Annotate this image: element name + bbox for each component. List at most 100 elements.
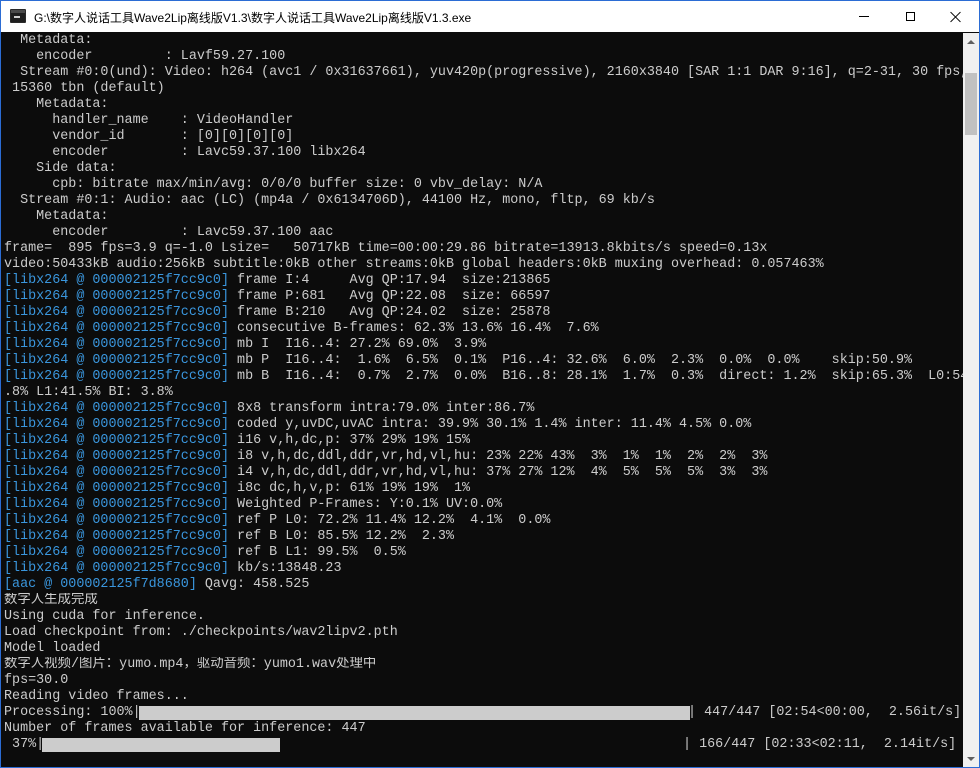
console-output[interactable]: Metadata: encoder : Lavf59.27.100 Stream… xyxy=(1,33,963,767)
log-text: ref P L0: 72.2% 11.4% 12.2% 4.1% 0.0% xyxy=(229,513,551,528)
console-line: encoder : Lavc59.37.100 libx264 xyxy=(1,145,963,161)
console-line: Using cuda for inference. xyxy=(1,609,963,625)
log-text: .8% L1:41.5% BI: 3.8% xyxy=(4,385,173,400)
progress-prefix: Processing: 100%| xyxy=(4,705,141,720)
progress-prefix: 37%| xyxy=(4,737,45,752)
scrollbar-thumb[interactable] xyxy=(965,73,977,135)
log-text: cpb: bitrate max/min/avg: 0/0/0 buffer s… xyxy=(4,177,543,192)
log-text: video:50433kB audio:256kB subtitle:0kB o… xyxy=(4,257,824,272)
log-source-tag: [libx264 @ 000002125f7cc9c0] xyxy=(4,337,229,352)
close-button[interactable] xyxy=(933,1,979,32)
scroll-up-button[interactable] xyxy=(963,33,979,50)
log-source-tag: [libx264 @ 000002125f7cc9c0] xyxy=(4,273,229,288)
log-text: frame B:210 Avg QP:24.02 size: 25878 xyxy=(229,305,551,320)
log-text: Load checkpoint from: ./checkpoints/wav2… xyxy=(4,625,398,640)
scroll-down-button[interactable] xyxy=(963,750,979,767)
console-line: Metadata: xyxy=(1,97,963,113)
console-line: .8% L1:41.5% BI: 3.8% xyxy=(1,385,963,401)
log-source-tag: [libx264 @ 000002125f7cc9c0] xyxy=(4,289,229,304)
log-source-tag: [libx264 @ 000002125f7cc9c0] xyxy=(4,401,229,416)
arrow-up-icon xyxy=(967,39,975,44)
console-line: Load checkpoint from: ./checkpoints/wav2… xyxy=(1,625,963,641)
console-line: [libx264 @ 000002125f7cc9c0] mb B I16..4… xyxy=(1,369,963,385)
progress-bar-line: 37%| | 166/447 [02:33<02:11, 2.14it/s] xyxy=(1,737,963,753)
progress-bar-line: Processing: 100%| | 447/447 [02:54<00:00,… xyxy=(1,705,963,721)
log-source-tag: [libx264 @ 000002125f7cc9c0] xyxy=(4,305,229,320)
log-text: vendor_id : [0][0][0][0] xyxy=(4,129,294,144)
progress-suffix: | 166/447 [02:33<02:11, 2.14it/s] xyxy=(683,737,957,752)
log-text: encoder : Lavf59.27.100 xyxy=(4,49,286,64)
console-line: Number of frames available for inference… xyxy=(1,721,963,737)
progress-bar-fill xyxy=(42,738,280,752)
log-text: mb B I16..4: 0.7% 2.7% 0.0% B16..8: 28.1… xyxy=(229,369,963,384)
log-text: Stream #0:0(und): Video: h264 (avc1 / 0x… xyxy=(4,65,963,80)
log-text: frame= 895 fps=3.9 q=-1.0 Lsize= 50717kB… xyxy=(4,241,768,256)
console-line: encoder : Lavf59.27.100 xyxy=(1,49,963,65)
log-text: consecutive B-frames: 62.3% 13.6% 16.4% … xyxy=(229,321,599,336)
console-line: Stream #0:1: Audio: aac (LC) (mp4a / 0x6… xyxy=(1,193,963,209)
log-text: handler_name : VideoHandler xyxy=(4,113,294,128)
console-line: encoder : Lavc59.37.100 aac xyxy=(1,225,963,241)
console-line: 数字人视频/图片：yumo.mp4，驱动音频：yumo1.wav处理中 xyxy=(1,657,963,673)
progress-suffix: | 447/447 [02:54<00:00, 2.56it/s] xyxy=(688,705,962,720)
console-line: [libx264 @ 000002125f7cc9c0] mb P I16..4… xyxy=(1,353,963,369)
console-line: fps=30.0 xyxy=(1,673,963,689)
title-bar[interactable]: G:\数字人说话工具Wave2Lip离线版V1.3\数字人说话工具Wave2Li… xyxy=(1,1,979,32)
console-line: [libx264 @ 000002125f7cc9c0] Weighted P-… xyxy=(1,497,963,513)
vertical-scrollbar[interactable] xyxy=(963,33,979,767)
log-source-tag: [libx264 @ 000002125f7cc9c0] xyxy=(4,321,229,336)
console-line: Metadata: xyxy=(1,209,963,225)
console-line: Metadata: xyxy=(1,33,963,49)
log-text: Number of frames available for inference… xyxy=(4,721,366,736)
log-source-tag: [libx264 @ 000002125f7cc9c0] xyxy=(4,513,229,528)
console-line: cpb: bitrate max/min/avg: 0/0/0 buffer s… xyxy=(1,177,963,193)
console-line: [libx264 @ 000002125f7cc9c0] consecutive… xyxy=(1,321,963,337)
log-text: i4 v,h,dc,ddl,ddr,vr,hd,vl,hu: 37% 27% 1… xyxy=(229,465,768,480)
log-text: i16 v,h,dc,p: 37% 29% 19% 15% xyxy=(229,433,471,448)
progress-bar-fill xyxy=(139,706,690,720)
log-source-tag: [libx264 @ 000002125f7cc9c0] xyxy=(4,561,229,576)
console-line: [libx264 @ 000002125f7cc9c0] kb/s:13848.… xyxy=(1,561,963,577)
console-line: [aac @ 000002125f7d8680] Qavg: 458.525 xyxy=(1,577,963,593)
console-line: [libx264 @ 000002125f7cc9c0] i8 v,h,dc,d… xyxy=(1,449,963,465)
log-source-tag: [libx264 @ 000002125f7cc9c0] xyxy=(4,433,229,448)
log-text: Qavg: 458.525 xyxy=(196,577,310,592)
arrow-down-icon xyxy=(967,756,975,761)
console-line: [libx264 @ 000002125f7cc9c0] frame I:4 A… xyxy=(1,273,963,289)
maximize-icon xyxy=(905,12,915,21)
log-source-tag: [libx264 @ 000002125f7cc9c0] xyxy=(4,417,229,432)
minimize-button[interactable] xyxy=(841,1,887,32)
minimize-icon xyxy=(859,16,869,17)
console-line: [libx264 @ 000002125f7cc9c0] 8x8 transfo… xyxy=(1,401,963,417)
console-line: [libx264 @ 000002125f7cc9c0] ref B L1: 9… xyxy=(1,545,963,561)
log-text: 15360 tbn (default) xyxy=(4,81,165,96)
console-line: Side data: xyxy=(1,161,963,177)
log-text: mb P I16..4: 1.6% 6.5% 0.1% P16..4: 32.6… xyxy=(229,353,913,368)
log-text: i8 v,h,dc,ddl,ddr,vr,hd,vl,hu: 23% 22% 4… xyxy=(229,449,768,464)
log-text: Using cuda for inference. xyxy=(4,609,205,624)
log-text: ref B L1: 99.5% 0.5% xyxy=(229,545,406,560)
log-text: encoder : Lavc59.37.100 aac xyxy=(4,225,334,240)
console-line: [libx264 @ 000002125f7cc9c0] coded y,uvD… xyxy=(1,417,963,433)
log-text: Side data: xyxy=(4,161,117,176)
console-line: 15360 tbn (default) xyxy=(1,81,963,97)
log-text: 8x8 transform intra:79.0% inter:86.7% xyxy=(229,401,535,416)
console-app-icon[interactable] xyxy=(10,9,26,23)
log-text: ref B L0: 85.5% 12.2% 2.3% xyxy=(229,529,454,544)
console-line: Stream #0:0(und): Video: h264 (avc1 / 0x… xyxy=(1,65,963,81)
log-source-tag: [libx264 @ 000002125f7cc9c0] xyxy=(4,353,229,368)
maximize-button[interactable] xyxy=(887,1,933,32)
log-text: Weighted P-Frames: Y:0.1% UV:0.0% xyxy=(229,497,503,512)
console-line: handler_name : VideoHandler xyxy=(1,113,963,129)
console-line: Model loaded xyxy=(1,641,963,657)
log-source-tag: [libx264 @ 000002125f7cc9c0] xyxy=(4,465,229,480)
console-line: [libx264 @ 000002125f7cc9c0] frame P:681… xyxy=(1,289,963,305)
log-source-tag: [libx264 @ 000002125f7cc9c0] xyxy=(4,545,229,560)
console-line: vendor_id : [0][0][0][0] xyxy=(1,129,963,145)
log-text: mb I I16..4: 27.2% 69.0% 3.9% xyxy=(229,337,487,352)
console-line: Reading video frames... xyxy=(1,689,963,705)
log-text: frame I:4 Avg QP:17.94 size:213865 xyxy=(229,273,551,288)
console-line: frame= 895 fps=3.9 q=-1.0 Lsize= 50717kB… xyxy=(1,241,963,257)
log-text: Model loaded xyxy=(4,641,101,656)
log-source-tag: [libx264 @ 000002125f7cc9c0] xyxy=(4,449,229,464)
